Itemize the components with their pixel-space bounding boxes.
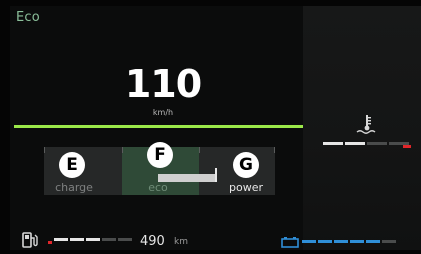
battery-segment bbox=[366, 240, 380, 243]
battery-segment bbox=[302, 240, 316, 243]
fuel-segment bbox=[102, 238, 116, 241]
fuel-range-unit: km bbox=[174, 237, 188, 247]
coolant-temperature-bar bbox=[323, 142, 411, 148]
coolant-segment bbox=[323, 142, 343, 145]
battery-segment bbox=[334, 240, 348, 243]
fuel-segment bbox=[70, 238, 84, 241]
battery-level-bar bbox=[302, 240, 402, 243]
fuel-low-mark bbox=[48, 241, 52, 244]
speed-unit: km/h bbox=[152, 108, 174, 117]
gauge-tick bbox=[199, 147, 200, 153]
battery-segment bbox=[382, 240, 396, 243]
fuel-range-value: 490 bbox=[140, 234, 165, 249]
gauge-label-charge: charge bbox=[55, 181, 93, 194]
gauge-label-eco: eco bbox=[148, 181, 168, 194]
coolant-segment bbox=[367, 142, 387, 145]
battery-segment bbox=[350, 240, 364, 243]
speed-value: 110 bbox=[124, 62, 202, 106]
coolant-temperature-icon bbox=[356, 115, 376, 134]
battery-icon bbox=[281, 237, 299, 248]
fuel-segment bbox=[118, 238, 132, 241]
battery-segment bbox=[318, 240, 332, 243]
drive-mode-label: Eco bbox=[16, 10, 40, 25]
fuel-segment bbox=[54, 238, 68, 241]
eco-accent-line bbox=[14, 125, 303, 128]
gauge-label-power: power bbox=[229, 181, 263, 194]
callout-marker-f: F bbox=[147, 142, 173, 168]
instrument-cluster-frame: Eco 110 km/h charge eco power E F G 490 … bbox=[0, 0, 421, 254]
coolant-high-mark bbox=[403, 145, 411, 148]
gauge-tick bbox=[44, 147, 45, 153]
power-level-cap bbox=[215, 168, 217, 182]
callout-marker-g: G bbox=[233, 152, 259, 178]
fuel-segment bbox=[86, 238, 100, 241]
fuel-pump-icon bbox=[22, 232, 38, 248]
gauge-tick bbox=[122, 147, 123, 153]
gauge-tick bbox=[274, 147, 275, 153]
coolant-segment bbox=[345, 142, 365, 145]
fuel-level-bar bbox=[48, 238, 138, 244]
callout-marker-e: E bbox=[59, 152, 85, 178]
instrument-cluster-screen: Eco 110 km/h charge eco power E F G 490 … bbox=[10, 6, 421, 250]
